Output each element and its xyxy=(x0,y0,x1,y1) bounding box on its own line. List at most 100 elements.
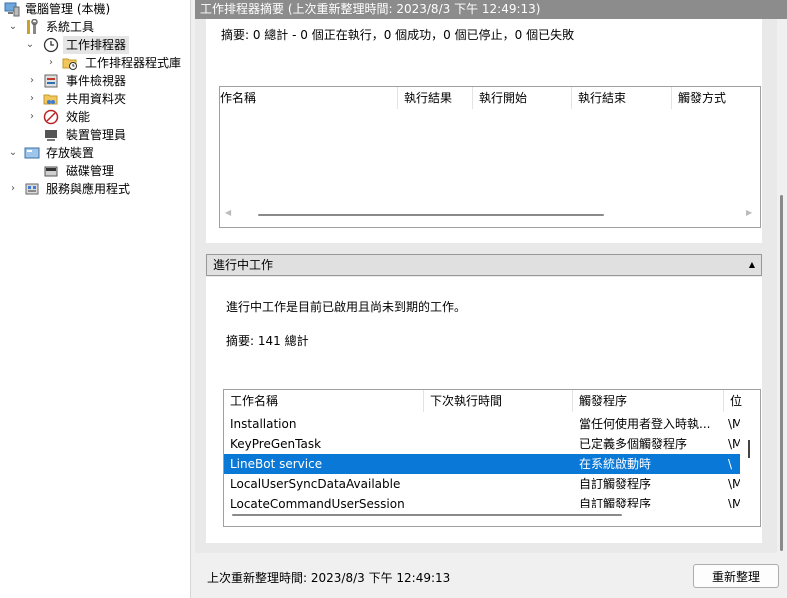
tree-item-system-tools[interactable]: ⌄ 系統工具 xyxy=(0,18,190,36)
tree-item-performance[interactable]: › 效能 xyxy=(0,108,190,126)
column-header-next-run-time[interactable]: 下次執行時間 xyxy=(424,390,573,412)
computer-management-icon xyxy=(4,1,20,17)
horizontal-scrollbar[interactable]: ◀ ▶ xyxy=(220,208,760,220)
panel-title: 工作排程器摘要 (上次重新整理時間: 2023/8/3 下午 12:49:13) xyxy=(195,0,787,19)
tree-item-label: 存放裝置 xyxy=(46,146,95,160)
task-name-cell: LocateCommandUserSession xyxy=(230,497,405,508)
next-run-cell xyxy=(424,434,573,454)
chevron-right-icon[interactable]: › xyxy=(26,72,38,90)
tree-item-label: 效能 xyxy=(66,110,91,124)
table-row[interactable]: LocalUserSyncDataAvailable 自訂觸發程序 \M xyxy=(224,474,740,494)
summary-content: 摘要: 0 總計 - 0 個正在執行，0 個成功，0 個已停止，0 個已失敗 作… xyxy=(195,19,777,553)
storage-icon xyxy=(24,145,40,161)
active-tasks-header[interactable]: 進行中工作 ▲ xyxy=(206,254,762,276)
performance-icon xyxy=(43,109,59,125)
tree-item-label: 系統工具 xyxy=(46,20,95,34)
scroll-right-icon[interactable]: ▶ xyxy=(746,208,752,217)
trigger-cell: 已定義多個觸發程序 xyxy=(579,437,688,451)
tree-item-label: 服務與應用程式 xyxy=(46,182,131,196)
trigger-cell: 當任何使用者登入時執... xyxy=(579,417,711,431)
location-cell: \M xyxy=(728,437,740,451)
tree-item-event-viewer[interactable]: › 事件檢視器 xyxy=(0,72,190,90)
scrollbar-thumb[interactable] xyxy=(780,195,783,551)
scroll-left-icon[interactable]: ◀ xyxy=(225,208,231,217)
chevron-right-icon[interactable]: › xyxy=(7,180,19,198)
tree-item-label: 裝置管理員 xyxy=(66,128,127,142)
column-header-run-start[interactable]: 執行開始 xyxy=(473,87,572,109)
tree-item-label: 工作排程器 xyxy=(63,36,130,54)
tree-item-label: 事件檢視器 xyxy=(66,74,127,88)
table-row[interactable]: KeyPreGenTask 已定義多個觸發程序 \M xyxy=(224,434,740,454)
task-status-list[interactable]: 作名稱 執行結果 執行開始 執行結束 觸發方式 ◀ ▶ xyxy=(219,86,761,228)
task-status-section: 摘要: 0 總計 - 0 個正在執行，0 個成功，0 個已停止，0 個已失敗 作… xyxy=(206,19,762,243)
trigger-cell: 在系統啟動時 xyxy=(579,457,652,471)
summary-panel: 工作排程器摘要 (上次重新整理時間: 2023/8/3 下午 12:49:13)… xyxy=(195,0,787,598)
scrollbar-thumb[interactable] xyxy=(232,514,622,516)
horizontal-scrollbar[interactable] xyxy=(224,510,744,520)
tree-item-task-scheduler[interactable]: ⌄ 工作排程器 xyxy=(0,36,190,54)
services-apps-icon xyxy=(24,181,40,197)
tree-item-device-manager[interactable]: 裝置管理員 xyxy=(0,126,190,144)
task-status-summary: 摘要: 0 總計 - 0 個正在執行，0 個成功，0 個已停止，0 個已失敗 xyxy=(221,28,575,42)
next-run-cell xyxy=(424,414,573,434)
tree-item-root[interactable]: 電腦管理 (本機) xyxy=(0,0,190,18)
shared-folder-icon xyxy=(43,91,59,107)
active-tasks-list[interactable]: 工作名稱 下次執行時間 觸發程序 位 Installation 當任何使用者登入… xyxy=(223,389,761,527)
column-header-task-name[interactable]: 作名稱 xyxy=(220,87,398,109)
folder-clock-icon xyxy=(62,55,78,71)
navigation-tree: 電腦管理 (本機) ⌄ 系統工具 ⌄ 工作排程器 › 工作排程器程式庫 › 事件… xyxy=(0,0,190,598)
refresh-button[interactable]: 重新整理 xyxy=(693,564,779,588)
active-tasks-description: 進行中工作是目前已啟用且尚未到期的工作。 xyxy=(226,300,467,314)
column-header-triggers[interactable]: 觸發程序 xyxy=(573,390,724,412)
chevron-down-icon[interactable]: ⌄ xyxy=(24,36,36,54)
active-tasks-section: 進行中工作是目前已啟用且尚未到期的工作。 摘要: 141 總計 工作名稱 下次執… xyxy=(206,277,762,543)
next-run-cell xyxy=(424,454,573,474)
next-run-cell xyxy=(424,494,573,508)
tree-item-label: 共用資料夾 xyxy=(66,92,127,106)
tree-item-disk-management[interactable]: 磁碟管理 xyxy=(0,162,190,180)
tree-item-storage[interactable]: ⌄ 存放裝置 xyxy=(0,144,190,162)
location-cell: \M xyxy=(728,477,740,491)
table-row-selected[interactable]: LineBot service 在系統啟動時 \ xyxy=(224,454,740,474)
location-cell: \M xyxy=(728,417,740,431)
device-manager-icon xyxy=(43,127,59,143)
tree-item-shared-folders[interactable]: › 共用資料夾 xyxy=(0,90,190,108)
tree-item-label: 電腦管理 (本機) xyxy=(25,2,111,16)
last-refresh-text: 上次重新整理時間: 2023/8/3 下午 12:49:13 xyxy=(207,571,451,585)
table-row[interactable]: Installation 當任何使用者登入時執... \M xyxy=(224,414,740,434)
system-tools-icon xyxy=(24,18,40,35)
tree-item-services-apps[interactable]: › 服務與應用程式 xyxy=(0,180,190,198)
tree-item-label: 工作排程器程式庫 xyxy=(85,56,182,70)
active-tasks-summary: 摘要: 141 總計 xyxy=(226,334,309,348)
scrollbar-thumb[interactable] xyxy=(748,440,750,458)
location-cell: \ xyxy=(728,457,733,471)
column-header-run-result[interactable]: 執行結果 xyxy=(398,87,473,109)
next-run-cell xyxy=(424,474,573,494)
chevron-right-icon[interactable]: › xyxy=(26,108,38,126)
table-row[interactable]: LocateCommandUserSession 自訂觸發程序 \M xyxy=(224,494,740,508)
tree-item-label: 磁碟管理 xyxy=(66,164,115,178)
active-tasks-header-label: 進行中工作 xyxy=(213,258,274,272)
collapse-up-icon[interactable]: ▲ xyxy=(749,255,755,275)
scrollbar-thumb[interactable] xyxy=(258,214,604,216)
task-name-cell: KeyPreGenTask xyxy=(230,437,322,451)
column-header-location[interactable]: 位 xyxy=(724,390,760,412)
footer-bar: 上次重新整理時間: 2023/8/3 下午 12:49:13 重新整理 xyxy=(195,553,787,598)
chevron-right-icon[interactable]: › xyxy=(26,90,38,108)
location-cell: \M xyxy=(728,497,740,508)
chevron-right-icon[interactable]: › xyxy=(45,54,57,72)
column-header-task-name[interactable]: 工作名稱 xyxy=(224,390,424,412)
clock-icon xyxy=(43,37,59,53)
event-viewer-icon xyxy=(43,73,59,89)
tree-item-task-scheduler-library[interactable]: › 工作排程器程式庫 xyxy=(0,54,190,72)
disk-icon xyxy=(43,163,59,179)
task-name-cell: Installation xyxy=(230,417,297,431)
chevron-down-icon[interactable]: ⌄ xyxy=(7,18,19,36)
vertical-scrollbar[interactable] xyxy=(748,420,750,506)
column-header-run-end[interactable]: 執行結束 xyxy=(572,87,672,109)
chevron-down-icon[interactable]: ⌄ xyxy=(7,144,19,162)
column-header-triggered-by[interactable]: 觸發方式 xyxy=(672,87,760,109)
task-name-cell: LineBot service xyxy=(230,457,323,471)
trigger-cell: 自訂觸發程序 xyxy=(579,477,652,491)
panel-vertical-scrollbar[interactable] xyxy=(777,19,787,553)
